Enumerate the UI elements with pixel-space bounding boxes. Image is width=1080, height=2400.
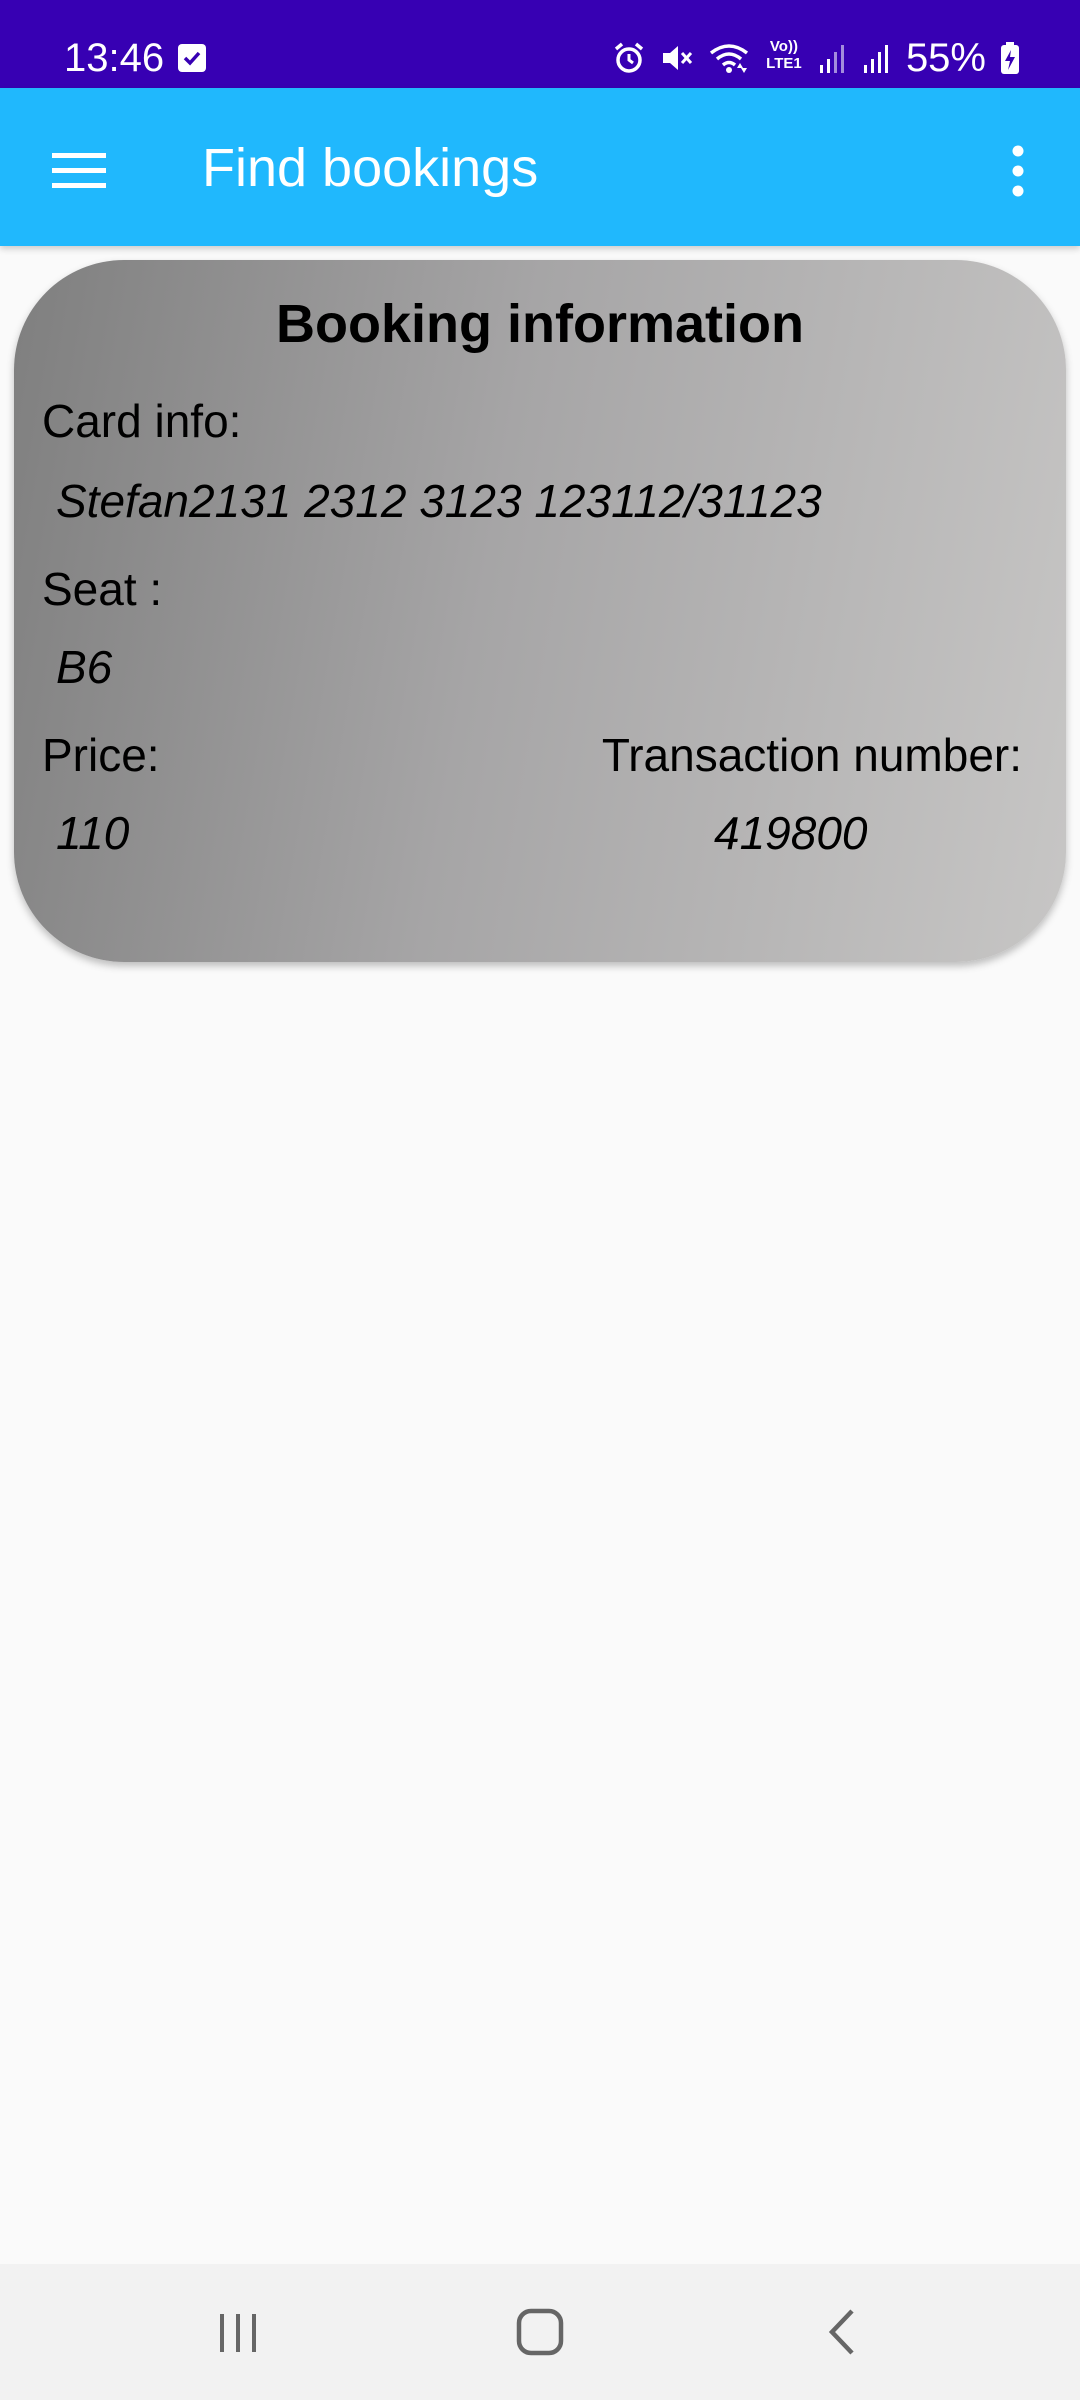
- recent-apps-button[interactable]: [178, 2282, 298, 2382]
- transaction-number-value: 419800: [714, 807, 868, 859]
- wifi-icon: [709, 44, 749, 73]
- status-bar: 13:46 Vo)) LTE1 55%: [0, 0, 1080, 88]
- seat-label: Seat :: [42, 563, 163, 615]
- home-button[interactable]: [480, 2282, 600, 2382]
- volte-label-top: Vo)): [769, 38, 798, 55]
- overflow-menu-button[interactable]: [978, 126, 1058, 216]
- alarm-icon: [614, 42, 644, 73]
- booking-card-title: Booking information: [276, 294, 804, 354]
- price-label: Price:: [42, 729, 160, 781]
- status-icons: Vo)) LTE1 55%: [612, 36, 1020, 80]
- card-info-value: Stefan2131 2312 3123 123112/31123: [56, 475, 822, 527]
- battery-charging-icon: [1001, 42, 1019, 74]
- checkbox-notification-icon: [178, 44, 206, 72]
- home-icon: [516, 2308, 564, 2356]
- booking-card: Booking information Card info: Stefan213…: [14, 260, 1066, 962]
- card-info-label: Card info:: [42, 395, 242, 447]
- price-value: 110: [56, 807, 130, 859]
- back-icon: [828, 2309, 854, 2355]
- seat-value: B6: [56, 641, 113, 693]
- volte-label-bottom: LTE1: [766, 55, 802, 72]
- page-title: Find bookings: [202, 138, 539, 198]
- transaction-number-label: Transaction number:: [601, 729, 1022, 781]
- back-button[interactable]: [782, 2282, 902, 2382]
- system-navigation-bar: [0, 2264, 1080, 2400]
- more-vert-icon: [1012, 145, 1024, 197]
- signal-icon: [819, 45, 844, 73]
- hamburger-menu-icon: [52, 153, 106, 188]
- status-time: 13:46: [64, 36, 165, 80]
- mute-icon: [662, 46, 693, 70]
- volte-icon: Vo)) LTE1: [764, 38, 804, 78]
- app-bar: Find bookings: [0, 88, 1080, 246]
- recent-apps-icon: [220, 2314, 256, 2352]
- battery-percentage: 55%: [905, 36, 986, 80]
- menu-button[interactable]: [34, 126, 124, 216]
- signal-icon: [863, 45, 888, 73]
